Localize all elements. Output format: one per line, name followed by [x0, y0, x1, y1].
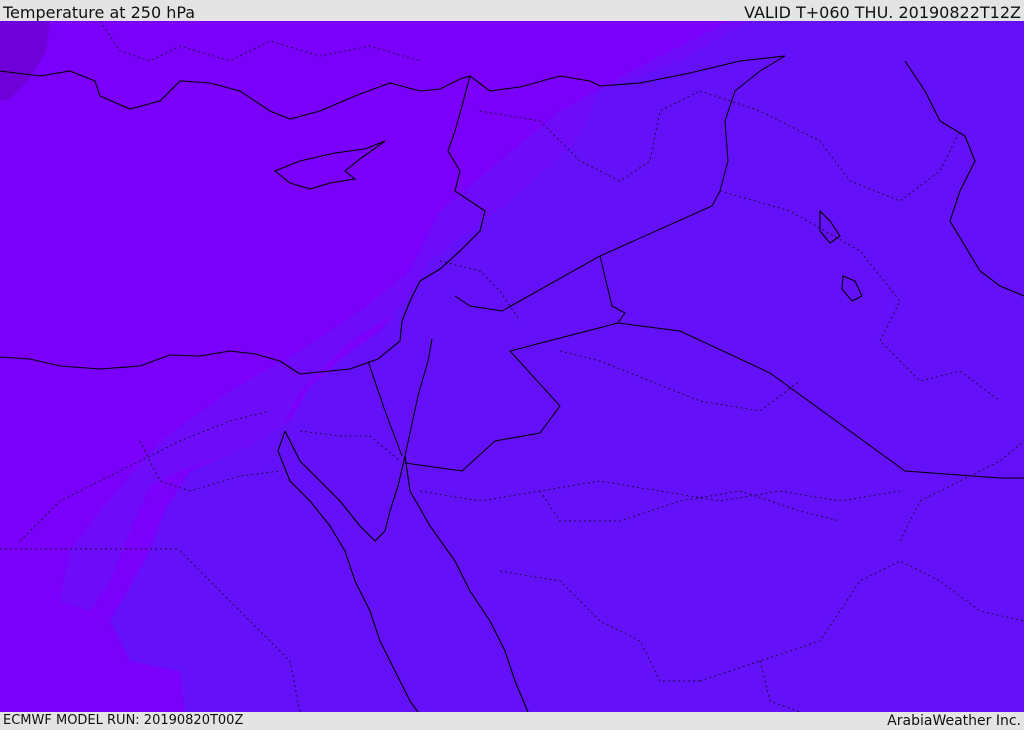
map-canvas [0, 21, 1024, 712]
weather-map [0, 21, 1024, 712]
header-bar: Temperature at 250 hPa VALID T+060 THU. … [0, 0, 1024, 22]
map-title: Temperature at 250 hPa [3, 3, 196, 22]
credit-label: ArabiaWeather Inc. [887, 713, 1021, 729]
footer-bar: ECMWF MODEL RUN: 20190820T00Z ArabiaWeat… [0, 712, 1024, 729]
valid-time-label: VALID T+060 THU. 20190822T12Z [744, 3, 1021, 22]
model-run-label: ECMWF MODEL RUN: 20190820T00Z [3, 713, 244, 728]
